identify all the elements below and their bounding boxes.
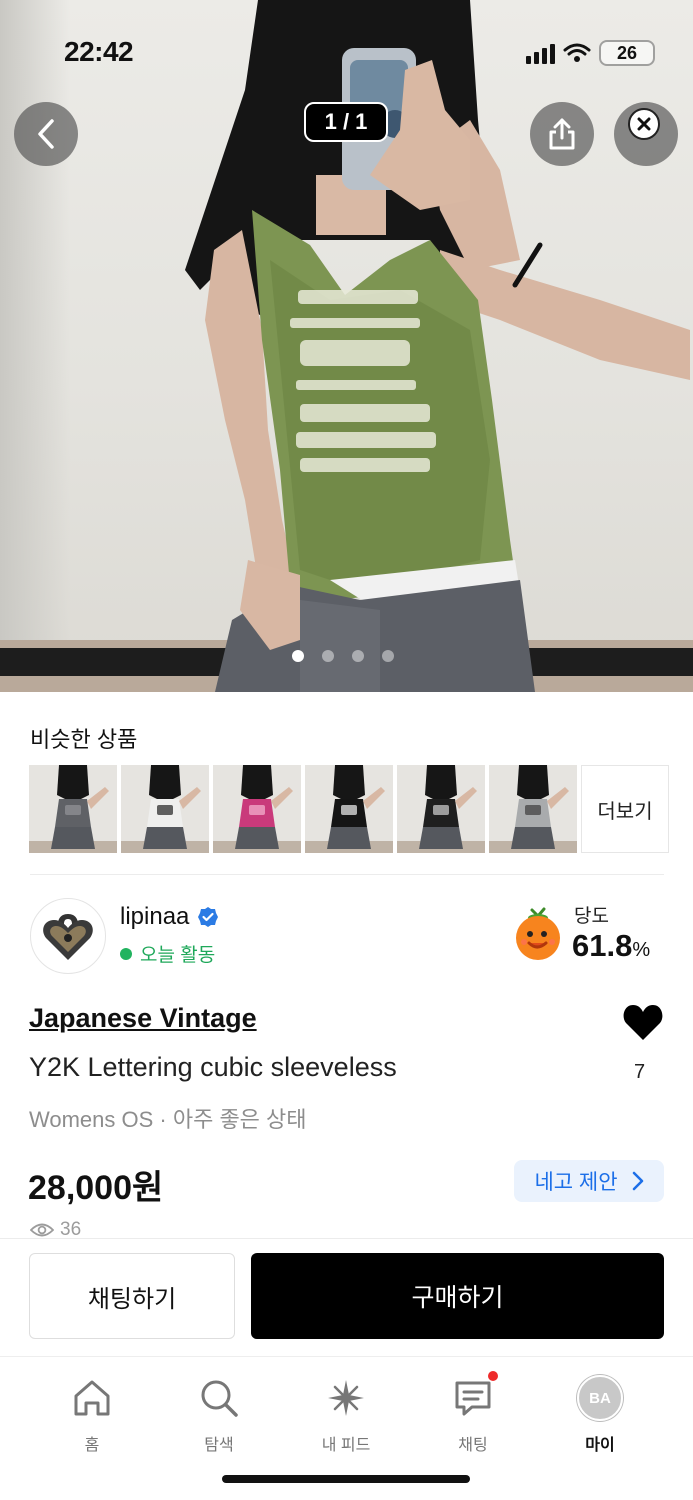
sweetness-score: 61.8% xyxy=(572,928,650,964)
similar-product-thumb[interactable] xyxy=(213,765,301,853)
carousel-dot xyxy=(382,650,394,662)
verified-badge-icon xyxy=(198,907,219,927)
similar-product-thumb[interactable] xyxy=(305,765,393,853)
product-meta: Womens OS · 아주 좋은 상태 xyxy=(29,1107,307,1132)
sweetness-value: 61.8 xyxy=(572,928,633,963)
sparkle-icon xyxy=(323,1375,369,1421)
sweetness-unit: % xyxy=(632,939,651,961)
home-icon xyxy=(69,1375,115,1421)
price-offer-button[interactable]: 네고 제안 xyxy=(514,1160,664,1202)
share-button[interactable] xyxy=(530,102,594,166)
nav-my[interactable]: BA 마이 xyxy=(545,1375,655,1455)
divider xyxy=(30,874,664,875)
nav-home-label: 홈 xyxy=(84,1437,100,1454)
nav-search-label: 탐색 xyxy=(204,1437,234,1454)
chevron-right-icon xyxy=(632,1171,643,1191)
avatar: BA xyxy=(577,1375,623,1421)
chat-bubble-icon xyxy=(450,1371,498,1421)
notification-dot-icon xyxy=(488,1371,498,1381)
nav-search[interactable]: 탐색 xyxy=(164,1375,274,1455)
like-heart-icon[interactable] xyxy=(622,1002,664,1042)
nav-feed[interactable]: 내 피드 xyxy=(291,1375,401,1455)
nav-home[interactable]: 홈 xyxy=(37,1375,147,1455)
product-title: Y2K Lettering cubic sleeveless xyxy=(29,1052,397,1082)
seller-name[interactable]: lipinaa xyxy=(120,903,219,931)
buy-button[interactable]: 구매하기 xyxy=(251,1253,664,1339)
similar-product-thumb[interactable] xyxy=(29,765,117,853)
seller-avatar[interactable] xyxy=(30,898,106,974)
nav-chat-label: 채팅 xyxy=(458,1437,488,1454)
product-brand-link[interactable]: Japanese Vintage xyxy=(29,1003,257,1034)
home-indicator xyxy=(222,1475,470,1483)
similar-products-list: 더보기 xyxy=(29,765,669,853)
product-price: 28,000원 xyxy=(28,1169,164,1207)
persimmon-mascot-icon xyxy=(516,907,560,960)
more-similar-button[interactable]: 더보기 xyxy=(581,765,669,853)
product-photo[interactable]: 22:42 26 1 / 1 xyxy=(0,0,693,692)
similar-products-title: 비슷한 상품 xyxy=(30,727,138,752)
eye-icon xyxy=(30,1223,54,1237)
wifi-icon xyxy=(563,43,591,62)
nav-my-label: 마이 xyxy=(585,1437,615,1454)
purchase-action-bar: 채팅하기 구매하기 xyxy=(0,1238,693,1356)
similar-product-thumb[interactable] xyxy=(397,765,485,853)
seller-name-text: lipinaa xyxy=(120,903,190,930)
profile-avatar-icon: BA xyxy=(577,1375,623,1421)
image-counter: 1 / 1 xyxy=(304,102,388,142)
chevron-left-icon xyxy=(38,119,54,149)
carousel-dot xyxy=(292,650,304,662)
carousel-dots xyxy=(292,650,394,662)
view-count-text: 36 xyxy=(60,1220,82,1240)
status-indicators: 26 xyxy=(526,40,655,66)
back-button[interactable] xyxy=(14,102,78,166)
nav-feed-label: 내 피드 xyxy=(321,1437,371,1454)
search-icon xyxy=(196,1375,242,1421)
bottom-navigation: 홈 탐색 내 피드 채팅 BA 마이 xyxy=(0,1356,693,1500)
carousel-dot xyxy=(322,650,334,662)
like-count: 7 xyxy=(634,1061,646,1083)
share-icon xyxy=(549,118,575,150)
seller-activity-text: 오늘 활동 xyxy=(140,945,216,966)
chat-button[interactable]: 채팅하기 xyxy=(29,1253,235,1339)
battery-icon: 26 xyxy=(599,40,655,66)
signal-icon xyxy=(526,42,555,64)
price-offer-label: 네고 제안 xyxy=(534,1171,618,1194)
seller-activity: 오늘 활동 xyxy=(120,940,215,967)
similar-product-thumb[interactable] xyxy=(489,765,577,853)
carousel-dot xyxy=(352,650,364,662)
status-time: 22:42 xyxy=(64,36,134,67)
view-count: 36 xyxy=(30,1220,81,1240)
active-dot-icon xyxy=(120,947,132,960)
sweetness-label: 당도 xyxy=(574,906,609,927)
nav-chat[interactable]: 채팅 xyxy=(418,1371,528,1455)
similar-product-thumb[interactable] xyxy=(121,765,209,853)
heart-lock-logo xyxy=(43,914,93,960)
close-icon[interactable] xyxy=(628,108,660,140)
